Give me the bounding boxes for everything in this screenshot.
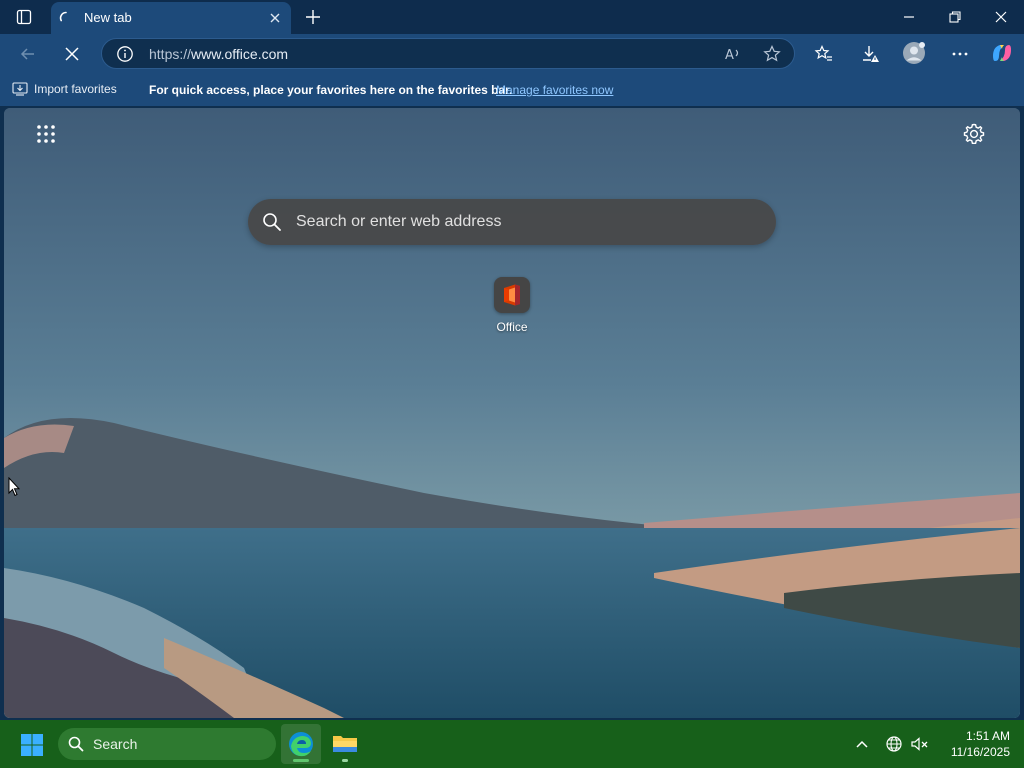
app-launcher-icon[interactable] [36, 124, 56, 144]
favorites-icon[interactable] [812, 42, 836, 66]
active-app-indicator [293, 759, 309, 762]
back-icon[interactable] [16, 42, 40, 66]
restore-icon[interactable] [945, 7, 965, 27]
taskbar-search-box[interactable]: Search [58, 728, 276, 760]
favorites-bar: Import favorites For quick access, place… [0, 74, 1024, 106]
taskbar-search-label: Search [93, 736, 138, 752]
running-app-indicator [342, 759, 348, 762]
quick-link-tile-office[interactable]: Office [485, 277, 539, 337]
downloads-icon[interactable] [858, 42, 882, 66]
copilot-icon[interactable] [990, 41, 1014, 65]
edge-icon [289, 732, 313, 757]
search-input[interactable] [296, 209, 756, 235]
close-tab-icon[interactable] [267, 10, 283, 26]
more-options-icon[interactable] [948, 42, 972, 66]
office-icon [494, 277, 530, 313]
clock-time: 1:51 AM [965, 729, 1010, 743]
browser-tab[interactable]: New tab [51, 2, 291, 34]
import-favorites-label: Import favorites [34, 82, 117, 96]
volume-muted-icon[interactable] [910, 734, 930, 754]
search-icon [263, 213, 281, 231]
manage-favorites-link[interactable]: Manage favorites now [496, 83, 613, 97]
loading-spinner-icon [59, 11, 67, 22]
file-explorer-icon [333, 736, 357, 752]
url-host: www.office.com [191, 46, 289, 62]
close-window-icon[interactable] [991, 7, 1011, 27]
stop-loading-icon[interactable] [60, 42, 84, 66]
web-search-box[interactable] [248, 199, 776, 245]
taskbar-search-icon [68, 736, 84, 752]
clock-date: 11/16/2025 [950, 745, 1010, 759]
mouse-cursor-icon [8, 477, 20, 497]
favorites-bar-message: For quick access, place your favorites h… [149, 83, 513, 97]
tile-label: Office [496, 320, 528, 334]
svg-text:A: A [725, 48, 734, 63]
show-hidden-icons-chevron-up-icon[interactable] [852, 734, 872, 754]
taskbar-app-edge[interactable] [281, 724, 321, 764]
address-bar[interactable]: https://www.office.com A [101, 38, 795, 69]
read-aloud-icon[interactable]: A [723, 44, 743, 64]
import-icon [12, 82, 28, 96]
address-url[interactable]: https://www.office.com [149, 46, 288, 62]
browser-toolbar: https://www.office.com A [0, 34, 1024, 74]
site-info-icon[interactable] [116, 45, 134, 63]
tab-actions-icon[interactable] [10, 7, 38, 27]
profile-avatar-icon[interactable] [902, 41, 926, 65]
title-bar: New tab [0, 0, 1024, 34]
windows-start-icon[interactable] [20, 733, 44, 757]
url-protocol: https:// [149, 46, 192, 62]
taskbar-app-file-explorer[interactable] [325, 724, 365, 764]
windows-taskbar: Search 1:51 AM 11/16/2025 [0, 720, 1024, 768]
import-favorites-button[interactable]: Import favorites [12, 82, 117, 96]
minimize-icon[interactable] [899, 7, 919, 27]
page-settings-gear-icon[interactable] [962, 122, 986, 146]
network-globe-icon[interactable] [884, 734, 904, 754]
system-clock[interactable]: 1:51 AM 11/16/2025 [938, 728, 1010, 760]
new-tab-button[interactable] [303, 7, 323, 27]
tab-title: New tab [84, 10, 132, 25]
new-tab-page: Office [4, 108, 1020, 718]
add-favorite-star-icon[interactable] [762, 44, 782, 64]
